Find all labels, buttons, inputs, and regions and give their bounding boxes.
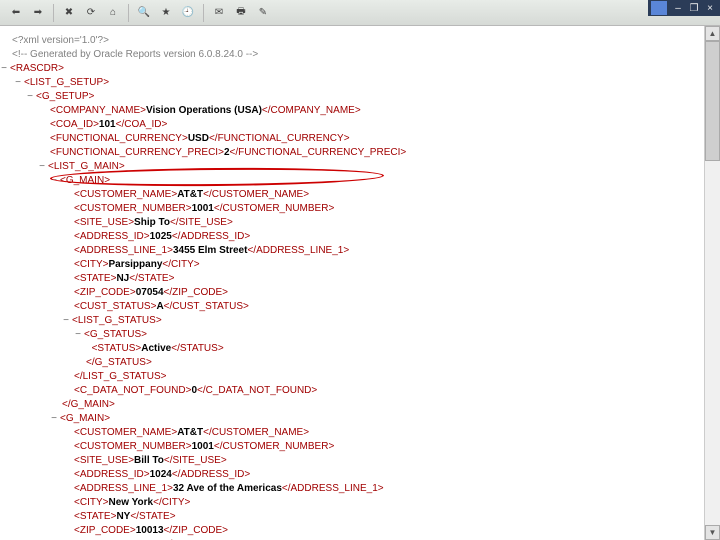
xml-line: <STATE>NJ</STATE>: [12, 272, 708, 286]
xml-line: <STATUS>Active</STATUS>: [12, 342, 708, 356]
close-button[interactable]: ×: [702, 1, 718, 15]
minimize-button[interactable]: –: [670, 1, 686, 15]
forward-icon[interactable]: ➡: [28, 3, 48, 23]
xml-line: <ADDRESS_ID>1025</ADDRESS_ID>: [12, 230, 708, 244]
xml-line: <ADDRESS_LINE_1>32 Ave of the Americas</…: [12, 482, 708, 496]
toolbar-separator: [203, 4, 204, 22]
twisty-icon[interactable]: −: [0, 62, 8, 76]
xml-line: <CUSTOMER_NUMBER>1001</CUSTOMER_NUMBER>: [12, 440, 708, 454]
favorites-icon[interactable]: ★: [156, 3, 176, 23]
scroll-thumb[interactable]: [705, 41, 720, 161]
scroll-down-icon[interactable]: ▼: [705, 525, 720, 540]
xml-line: <COMPANY_NAME>Vision Operations (USA)</C…: [12, 104, 708, 118]
xml-line: <FUNCTIONAL_CURRENCY>USD</FUNCTIONAL_CUR…: [12, 132, 708, 146]
twisty-icon[interactable]: −: [38, 160, 46, 174]
xml-line: −<LIST_G_SETUP>: [12, 76, 708, 90]
xml-line: <SITE_USE>Ship To</SITE_USE>: [12, 216, 708, 230]
xml-line: <ZIP_CODE>07054</ZIP_CODE>: [12, 286, 708, 300]
restore-button[interactable]: ❐: [686, 1, 702, 15]
xml-line: <CITY>New York</CITY>: [12, 496, 708, 510]
twisty-icon[interactable]: −: [74, 328, 82, 342]
xml-line: <C_DATA_NOT_FOUND>0</C_DATA_NOT_FOUND>: [12, 384, 708, 398]
xml-line: <CITY>Parsippany</CITY>: [12, 258, 708, 272]
xml-line: <CUSTOMER_NAME>AT&T</CUSTOMER_NAME>: [12, 426, 708, 440]
browser-toolbar: ⬅ ➡ ✖ ⟳ ⌂ 🔍 ★ 🕘 ✉ 🖶 ✎: [0, 0, 720, 26]
toolbar-separator: [53, 4, 54, 22]
toolbar-separator: [128, 4, 129, 22]
refresh-icon[interactable]: ⟳: [81, 3, 101, 23]
xml-line: </G_MAIN>: [12, 398, 708, 412]
app-logo-icon: [650, 0, 668, 16]
twisty-icon[interactable]: −: [26, 90, 34, 104]
xml-line: <COA_ID>101</COA_ID>: [12, 118, 708, 132]
xml-line: <CUST_STATUS>A</CUST_STATUS>: [12, 300, 708, 314]
twisty-icon[interactable]: −: [62, 314, 70, 328]
window-controls: – ❐ ×: [648, 0, 720, 16]
xml-line: −<G_MAIN>: [12, 174, 708, 188]
back-icon[interactable]: ⬅: [6, 3, 26, 23]
xml-line: <CUSTOMER_NAME>AT&T</CUSTOMER_NAME>: [12, 188, 708, 202]
xml-comment: <!-- Generated by Oracle Reports version…: [12, 48, 708, 62]
xml-line: <ADDRESS_LINE_1>3455 Elm Street</ADDRESS…: [12, 244, 708, 258]
history-icon[interactable]: 🕘: [178, 3, 198, 23]
xml-line: <SITE_USE>Bill To</SITE_USE>: [12, 454, 708, 468]
print-icon[interactable]: 🖶: [231, 3, 251, 23]
edit-icon[interactable]: ✎: [253, 3, 273, 23]
stop-icon[interactable]: ✖: [59, 3, 79, 23]
xml-viewer: <?xml version='1.0'?> <!-- Generated by …: [0, 26, 720, 540]
xml-line: −<G_STATUS>: [12, 328, 708, 342]
xml-declaration: <?xml version='1.0'?>: [12, 34, 708, 48]
xml-line: </G_STATUS>: [12, 356, 708, 370]
vertical-scrollbar[interactable]: ▲ ▼: [704, 26, 720, 540]
search-icon[interactable]: 🔍: [134, 3, 154, 23]
twisty-icon[interactable]: −: [50, 412, 58, 426]
scroll-up-icon[interactable]: ▲: [705, 26, 720, 41]
xml-line-highlighted: <CUSTOMER_NUMBER>1001</CUSTOMER_NUMBER>: [12, 202, 708, 216]
xml-line: −<RASCDR>: [12, 62, 708, 76]
home-icon[interactable]: ⌂: [103, 3, 123, 23]
xml-line: <FUNCTIONAL_CURRENCY_PRECI>2</FUNCTIONAL…: [12, 146, 708, 160]
xml-line: <STATE>NY</STATE>: [12, 510, 708, 524]
xml-line: </LIST_G_STATUS>: [12, 370, 708, 384]
twisty-icon[interactable]: −: [50, 174, 58, 188]
xml-line: −<G_MAIN>: [12, 412, 708, 426]
xml-line: <ZIP_CODE>10013</ZIP_CODE>: [12, 524, 708, 538]
xml-line: −<LIST_G_MAIN>: [12, 160, 708, 174]
xml-line: −<LIST_G_STATUS>: [12, 314, 708, 328]
twisty-icon[interactable]: −: [14, 76, 22, 90]
xml-line: −<G_SETUP>: [12, 90, 708, 104]
mail-icon[interactable]: ✉: [209, 3, 229, 23]
xml-line: <ADDRESS_ID>1024</ADDRESS_ID>: [12, 468, 708, 482]
